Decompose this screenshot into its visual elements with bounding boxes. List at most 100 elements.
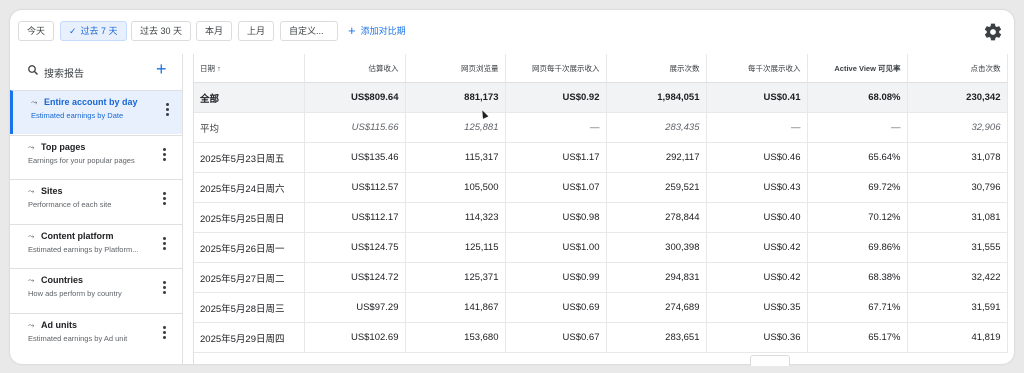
table-cell: US$0.40 — [706, 202, 808, 233]
trend-icon: ⤳ — [28, 143, 35, 152]
table-cell: — — [505, 112, 607, 143]
column-header-active-view[interactable]: Active View 可见率 — [807, 54, 908, 83]
table-cell: 125,371 — [405, 262, 506, 293]
chip-last-month[interactable]: 上月 — [238, 21, 275, 41]
trend-icon: ⤳ — [28, 276, 35, 285]
more-options-icon[interactable] — [163, 237, 167, 252]
report-top-pages[interactable]: ⤳ Top pages Earnings for your popular pa… — [10, 135, 182, 179]
table-cell: 115,317 — [405, 142, 506, 173]
chip-today[interactable]: 今天 — [18, 21, 55, 41]
more-options-icon[interactable] — [163, 192, 167, 207]
table-cell: US$102.69 — [304, 322, 406, 353]
column-header-date[interactable]: 日期 ↑ — [194, 54, 305, 83]
table-cell: 32,422 — [907, 262, 1008, 293]
more-options-icon[interactable] — [166, 103, 170, 118]
trend-icon: ⤳ — [28, 232, 35, 241]
table-cell: US$0.69 — [505, 292, 607, 323]
report-subtitle: Estimated earnings by Platform... — [28, 245, 139, 254]
table-cell: 230,342 — [907, 82, 1008, 113]
add-comparison-button[interactable]: + 添加对比期 — [348, 21, 406, 41]
more-options-icon[interactable] — [163, 148, 167, 163]
report-ad-units[interactable]: ⤳ Ad units Estimated earnings by Ad unit — [10, 313, 182, 357]
gear-icon[interactable] — [983, 22, 1003, 42]
table-cell: US$0.43 — [706, 172, 808, 203]
table-cell: US$0.98 — [505, 202, 607, 233]
chip-last-30-days[interactable]: 过去 30 天 — [131, 21, 192, 41]
column-header-impressions[interactable]: 展示次数 — [606, 54, 707, 83]
pagination-control[interactable] — [750, 355, 790, 366]
table-cell: 平均 — [194, 112, 305, 143]
average-row: 平均 US$115.66 125,881 — 283,435 — — 32,90… — [194, 112, 1008, 143]
table-cell: 2025年5月26日周一 — [194, 232, 305, 263]
table-cell: 69.72% — [807, 172, 908, 203]
chip-this-month[interactable]: 本月 — [196, 21, 233, 41]
table-row: 2025年5月27日周二 US$124.72 125,371 US$0.99 2… — [194, 262, 1008, 293]
report-entire-account-by-day[interactable]: ⤳ Entire account by day Estimated earnin… — [10, 90, 182, 134]
more-options-icon[interactable] — [163, 281, 167, 296]
table-cell: 259,521 — [606, 172, 707, 203]
table-cell: 65.17% — [807, 322, 908, 353]
table-cell: 30,796 — [907, 172, 1008, 203]
table-cell: 68.38% — [807, 262, 908, 293]
table-cell: 31,555 — [907, 232, 1008, 263]
table-row: 2025年5月23日周五 US$135.46 115,317 US$1.17 2… — [194, 142, 1008, 173]
table-row: 2025年5月29日周四 US$102.69 153,680 US$0.67 2… — [194, 322, 1008, 353]
report-countries[interactable]: ⤳ Countries How ads perform by country — [10, 268, 182, 312]
table-cell: 274,689 — [606, 292, 707, 323]
column-header-estimated-earnings[interactable]: 估算收入 — [304, 54, 406, 83]
table-cell: 2025年5月27日周二 — [194, 262, 305, 293]
report-subtitle: Earnings for your popular pages — [28, 156, 135, 165]
table-cell: 67.71% — [807, 292, 908, 323]
table-cell: US$1.07 — [505, 172, 607, 203]
table-cell: 2025年5月29日周四 — [194, 322, 305, 353]
report-sites[interactable]: ⤳ Sites Performance of each site — [10, 179, 182, 223]
chip-last-7-days[interactable]: ✓ 过去 7 天 — [60, 21, 127, 41]
adsense-report-window: 今天 ✓ 过去 7 天 过去 30 天 本月 上月 自定义... + 添加对比期 搜… — [10, 10, 1014, 364]
table-cell: 31,591 — [907, 292, 1008, 323]
table-row: 2025年5月24日周六 US$112.57 105,500 US$1.07 2… — [194, 172, 1008, 203]
table-cell: 278,844 — [606, 202, 707, 233]
table-cell: — — [706, 112, 808, 143]
column-header-page-views[interactable]: 网页浏览量 — [405, 54, 506, 83]
more-options-icon[interactable] — [163, 326, 167, 341]
table-cell: US$0.41 — [706, 82, 808, 113]
table-cell: 全部 — [194, 82, 305, 113]
report-search[interactable]: 搜索报告 + — [10, 54, 182, 90]
trend-icon: ⤳ — [28, 187, 35, 196]
trend-icon: ⤳ — [28, 321, 35, 330]
search-icon — [28, 65, 38, 75]
check-icon: ✓ — [69, 26, 77, 36]
report-title: Sites — [41, 186, 63, 196]
report-title: Ad units — [41, 320, 77, 330]
table-cell: US$0.67 — [505, 322, 607, 353]
table-cell: US$124.75 — [304, 232, 406, 263]
report-table-container: 日期 ↑ 估算收入 网页浏览量 网页每千次展示收入 展示次数 每千次展示收入 A… — [193, 54, 1014, 364]
report-table: 日期 ↑ 估算收入 网页浏览量 网页每千次展示收入 展示次数 每千次展示收入 A… — [194, 54, 1008, 353]
column-header-impression-rpm[interactable]: 每千次展示收入 — [706, 54, 808, 83]
table-cell: 1,984,051 — [606, 82, 707, 113]
report-subtitle: Performance of each site — [28, 200, 112, 209]
table-cell: 68.08% — [807, 82, 908, 113]
table-row: 2025年5月26日周一 US$124.75 125,115 US$1.00 3… — [194, 232, 1008, 263]
table-cell: — — [807, 112, 908, 143]
table-cell: US$809.64 — [304, 82, 406, 113]
report-title: Content platform — [41, 231, 114, 241]
table-cell: 31,081 — [907, 202, 1008, 233]
table-cell: 125,115 — [405, 232, 506, 263]
table-cell: 125,881 — [405, 112, 506, 143]
plus-icon: + — [348, 23, 356, 38]
table-cell: US$97.29 — [304, 292, 406, 323]
column-header-page-rpm[interactable]: 网页每千次展示收入 — [505, 54, 607, 83]
table-cell: 114,323 — [405, 202, 506, 233]
report-content-platform[interactable]: ⤳ Content platform Estimated earnings by… — [10, 224, 182, 268]
table-cell: US$135.46 — [304, 142, 406, 173]
column-header-clicks[interactable]: 点击次数 — [907, 54, 1008, 83]
table-cell: US$0.46 — [706, 142, 808, 173]
chip-custom[interactable]: 自定义... — [280, 21, 338, 41]
table-row: 2025年5月25日周日 US$112.17 114,323 US$0.98 2… — [194, 202, 1008, 233]
total-row: 全部 US$809.64 881,173 US$0.92 1,984,051 U… — [194, 82, 1008, 113]
add-report-button[interactable]: + — [156, 59, 167, 79]
table-cell: 70.12% — [807, 202, 908, 233]
table-cell: US$0.99 — [505, 262, 607, 293]
table-cell: 153,680 — [405, 322, 506, 353]
